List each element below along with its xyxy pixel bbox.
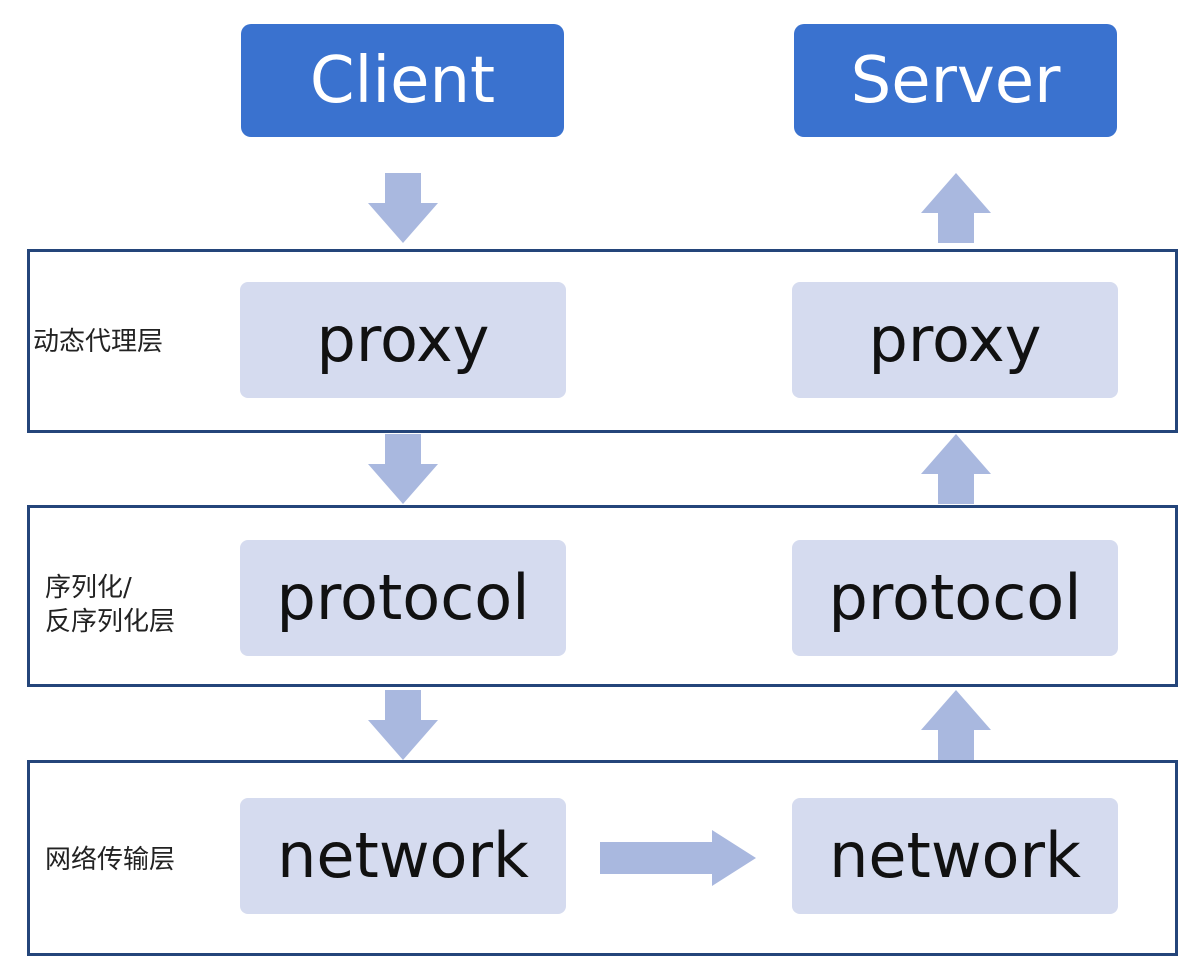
right-arrow-icon bbox=[600, 830, 756, 886]
server-box: Server bbox=[794, 24, 1117, 137]
down-arrow-icon bbox=[368, 690, 438, 760]
server-proxy-box: proxy bbox=[792, 282, 1118, 398]
up-arrow-icon bbox=[921, 173, 991, 243]
client-network-box: network bbox=[240, 798, 566, 914]
protocol-layer-label-line2: 反序列化层 bbox=[45, 606, 176, 637]
protocol-layer-label-line1: 序列化/ bbox=[45, 573, 132, 603]
network-layer-label: 网络传输层 bbox=[45, 845, 176, 875]
client-protocol-box: protocol bbox=[240, 540, 566, 656]
client-proxy-box: proxy bbox=[240, 282, 566, 398]
up-arrow-icon bbox=[921, 434, 991, 504]
up-arrow-icon bbox=[921, 690, 991, 760]
server-protocol-box: protocol bbox=[792, 540, 1118, 656]
protocol-layer-label: 序列化/ 反序列化层 bbox=[45, 572, 175, 640]
down-arrow-icon bbox=[368, 434, 438, 504]
server-network-box: network bbox=[792, 798, 1118, 914]
down-arrow-icon bbox=[368, 173, 438, 243]
client-box: Client bbox=[241, 24, 564, 137]
proxy-layer-label: 动态代理层 bbox=[33, 327, 164, 357]
